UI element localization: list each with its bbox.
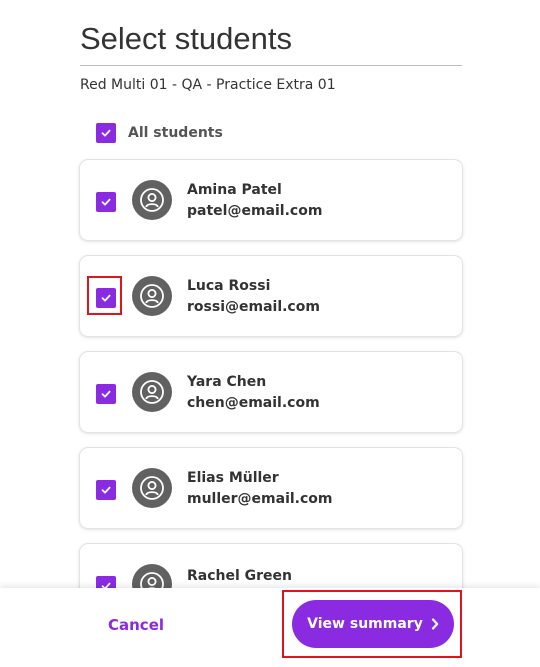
student-email: rossi@email.com: [187, 299, 320, 315]
student-card[interactable]: Amina Patel patel@email.com: [80, 160, 462, 240]
page-subtitle: Red Multi 01 - QA - Practice Extra 01: [80, 77, 336, 93]
check-icon: [101, 198, 111, 206]
student-name: Elias Müller: [187, 470, 279, 486]
student-list-scroll-area[interactable]: Select students Red Multi 01 - QA - Prac…: [0, 0, 540, 590]
check-icon: [101, 390, 111, 398]
check-icon: [101, 129, 111, 137]
title-divider: [80, 65, 462, 66]
user-avatar-icon: [132, 564, 172, 590]
check-icon: [101, 294, 111, 302]
student-name: Amina Patel: [187, 182, 282, 198]
student-checkbox[interactable]: [96, 288, 116, 308]
student-name: Luca Rossi: [187, 278, 271, 294]
select-all-label: All students: [128, 125, 223, 141]
page-title: Select students: [80, 21, 292, 56]
student-card[interactable]: Luca Rossi rossi@email.com: [80, 256, 462, 336]
student-checkbox[interactable]: [96, 480, 116, 500]
user-avatar-icon: [132, 276, 172, 316]
chevron-right-icon: [431, 618, 439, 630]
student-email: muller@email.com: [187, 491, 333, 507]
student-card[interactable]: Elias Müller muller@email.com: [80, 448, 462, 528]
student-card[interactable]: Rachel Green: [80, 544, 462, 590]
cancel-button[interactable]: Cancel: [94, 612, 178, 638]
student-email: patel@email.com: [187, 203, 323, 219]
user-avatar-icon: [132, 180, 172, 220]
select-students-page: Select students Red Multi 01 - QA - Prac…: [0, 0, 540, 667]
student-card[interactable]: Yara Chen chen@email.com: [80, 352, 462, 432]
student-checkbox[interactable]: [96, 384, 116, 404]
student-name: Yara Chen: [187, 374, 267, 390]
student-checkbox[interactable]: [96, 192, 116, 212]
view-summary-button[interactable]: View summary: [292, 600, 454, 648]
check-icon: [101, 486, 111, 494]
student-email: chen@email.com: [187, 395, 320, 411]
select-all-checkbox[interactable]: [96, 123, 116, 143]
view-summary-label: View summary: [307, 616, 423, 632]
footer-bar: Cancel View summary: [0, 588, 540, 667]
select-all-row[interactable]: All students: [96, 123, 223, 143]
user-avatar-icon: [132, 468, 172, 508]
student-name: Rachel Green: [187, 568, 293, 584]
user-avatar-icon: [132, 372, 172, 412]
